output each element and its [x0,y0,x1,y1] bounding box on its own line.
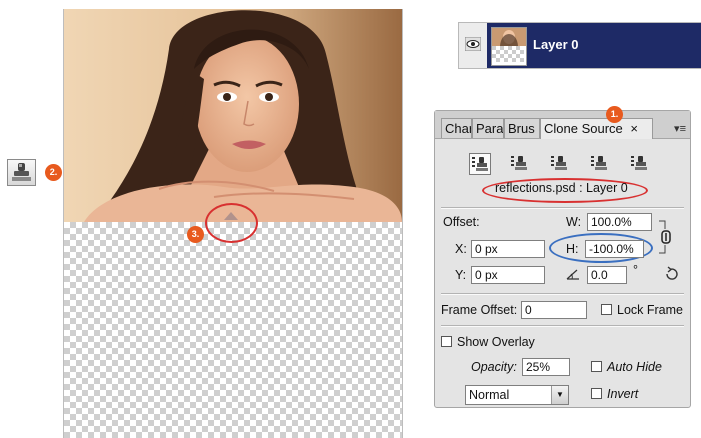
auto-hide-checkbox[interactable] [591,361,602,372]
y-label: Y: [455,268,467,282]
degree-symbol: ° [633,263,638,277]
divider [441,207,684,209]
x-label: X: [455,242,467,256]
tab-paragraph[interactable]: Para [472,118,504,138]
tab-clone-source[interactable]: Clone Source × [540,118,653,139]
portrait-illustration [64,9,402,222]
callout-2: 2. [45,164,62,181]
y-offset-field[interactable]: 0 px [471,266,545,284]
source-name: reflections.psd : Layer 0 [495,181,628,195]
clone-source-icon [511,156,527,170]
eye-icon[interactable] [465,37,481,51]
show-overlay-label: Show Overlay [457,335,535,349]
divider [441,325,684,327]
clone-source-icon [551,156,567,170]
invert-label: Invert [607,387,639,401]
clone-source-1-button[interactable] [469,153,491,175]
h-label: H: [566,242,579,256]
invert-checkbox[interactable] [591,388,602,399]
opacity-label: Opacity: [471,360,517,374]
layer-thumbnail [491,27,527,66]
width-percent-field[interactable]: 100.0% [587,213,652,231]
portrait-photo [64,9,402,222]
sample-point-highlight [205,203,258,243]
transparent-area [64,222,402,438]
panel-tab-bar: Char Para Brus Clone Source × ▾≡ [435,111,690,139]
callout-3: 3. [187,226,204,243]
clone-sample-icon [224,212,238,220]
w-label: W: [566,215,582,229]
auto-hide-label: Auto Hide [607,360,662,374]
clone-source-3-button[interactable] [549,153,571,175]
lock-frame-checkbox[interactable] [601,304,612,315]
offset-label: Offset: [443,215,480,229]
blend-mode-value: Normal [469,388,510,402]
rotation-angle-field[interactable]: 0.0 [587,266,627,284]
clone-stamp-icon [12,163,31,181]
tab-brushes[interactable]: Brus [504,118,540,138]
layers-panel: Layer 0 [458,22,701,69]
clone-source-icon [631,156,647,170]
clone-source-panel: Char Para Brus Clone Source × ▾≡ reflect… [434,110,691,408]
overlay-blend-mode-select[interactable]: Normal ▼ [465,385,569,405]
layer-row-layer-0[interactable]: Layer 0 [487,23,701,68]
clone-source-2-button[interactable] [509,153,531,175]
panel-menu-icon[interactable]: ▾≡ [674,122,686,135]
frame-offset-label: Frame Offset: [441,303,518,317]
clone-stamp-tool-button[interactable] [7,159,36,186]
callout-1: 1. [606,106,623,123]
clone-source-4-button[interactable] [589,153,611,175]
frame-offset-field[interactable]: 0 [521,301,587,319]
close-icon[interactable]: × [630,121,638,136]
layer-name: Layer 0 [533,37,579,52]
chevron-down-icon[interactable]: ▼ [551,386,568,404]
clone-source-icon [472,157,488,171]
clone-source-5-button[interactable] [629,153,651,175]
height-percent-field[interactable]: -100.0% [585,240,644,258]
show-overlay-checkbox[interactable] [441,336,452,347]
tab-clone-source-label: Clone Source [544,121,623,136]
x-offset-field[interactable]: 0 px [471,240,545,258]
angle-icon [566,269,579,280]
link-icon[interactable] [657,213,675,259]
reset-transform-icon[interactable] [663,266,679,282]
clone-source-icon [591,156,607,170]
lock-frame-label: Lock Frame [617,303,683,317]
opacity-field[interactable]: 25% [522,358,570,376]
divider [441,293,684,295]
tab-character[interactable]: Char [441,118,472,138]
